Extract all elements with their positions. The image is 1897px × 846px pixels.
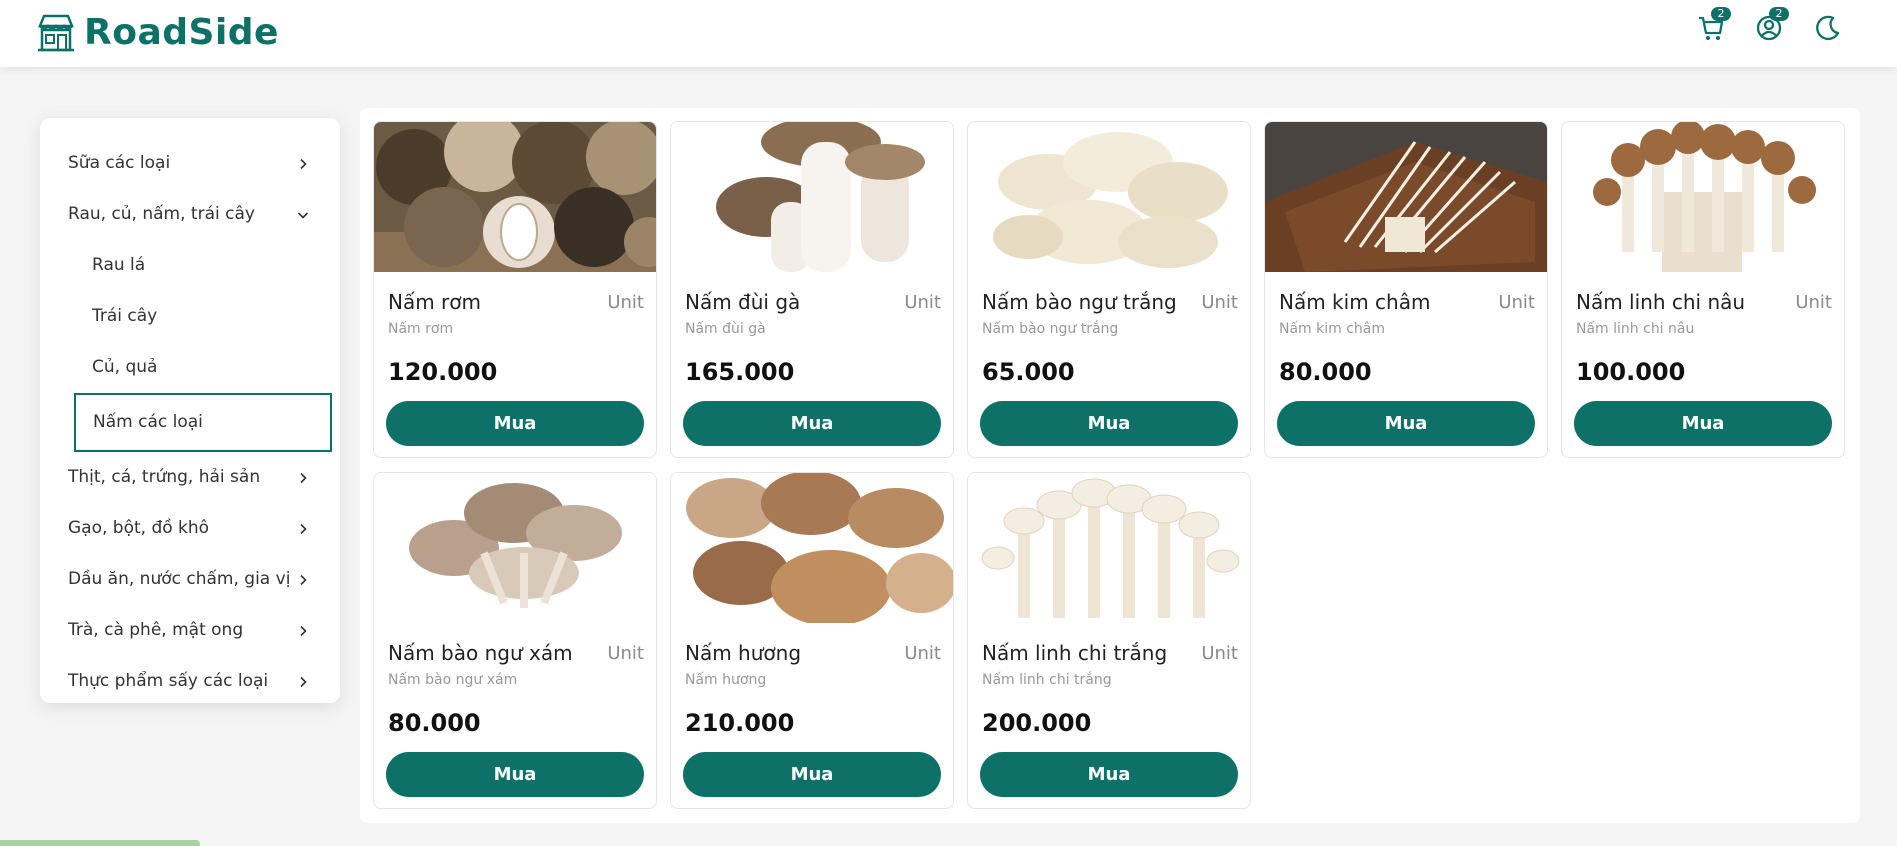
product-card[interactable]: Nấm linh chi trắng Unit Nấm linh chi trắ… [967, 472, 1251, 809]
category-label: Rau, củ, nấm, trái cây [68, 204, 255, 224]
product-price: 210.000 [685, 709, 795, 737]
product-subtitle: Nấm linh chi nâu [1576, 321, 1695, 337]
category-item-thuc-pham-say[interactable]: Thực phẩm sấy các loại [40, 656, 340, 707]
category-item-rau-cu-nam[interactable]: Rau, củ, nấm, trái cây [40, 189, 340, 240]
category-label: Thịt, cá, trứng, hải sản [68, 467, 261, 487]
product-name: Nấm bào ngư trắng [982, 290, 1177, 314]
category-sidebar: Sữa các loại Rau, củ, nấm, trái cây Rau … [40, 118, 340, 703]
buy-button[interactable]: Mua [980, 752, 1238, 797]
product-price: 120.000 [388, 358, 498, 386]
theme-toggle-button[interactable] [1813, 14, 1841, 44]
subcategory-item-rau-la[interactable]: Rau lá [40, 240, 340, 291]
product-unit: Unit [904, 292, 941, 313]
subcategory-item-cu-qua[interactable]: Củ, quả [40, 342, 340, 393]
product-subtitle: Nấm bào ngư xám [388, 672, 518, 688]
product-image[interactable] [1562, 122, 1844, 272]
subcategory-label: Trái cây [92, 306, 158, 326]
bottom-accent-bar [0, 840, 200, 846]
product-unit: Unit [607, 643, 644, 664]
product-subtitle: Nấm rơm [388, 321, 454, 337]
chevron-right-icon [296, 656, 310, 707]
buy-button[interactable]: Mua [386, 401, 644, 446]
product-name: Nấm linh chi nâu [1576, 290, 1746, 314]
subcategory-label: Củ, quả [92, 357, 158, 377]
subcategory-item-nam[interactable]: Nấm các loại [74, 393, 332, 452]
store-icon [38, 14, 74, 51]
product-image[interactable] [374, 122, 656, 272]
product-image[interactable] [374, 473, 656, 623]
product-card[interactable]: Nấm đùi gà Unit Nấm đùi gà 165.000 Mua [670, 121, 954, 458]
product-unit: Unit [904, 643, 941, 664]
category-label: Dầu ăn, nước chấm, gia vị [68, 569, 291, 589]
product-price: 200.000 [982, 709, 1092, 737]
chevron-right-icon [296, 452, 310, 503]
account-count-badge: 2 [1769, 7, 1789, 21]
product-card[interactable]: Nấm bào ngư trắng Unit Nấm bào ngư trắng… [967, 121, 1251, 458]
category-item-thit-ca[interactable]: Thịt, cá, trứng, hải sản [40, 452, 340, 503]
category-item-dau-an[interactable]: Dầu ăn, nước chấm, gia vị [40, 554, 340, 605]
category-label: Thực phẩm sấy các loại [68, 671, 269, 691]
product-card[interactable]: Nấm rơm Unit Nấm rơm 120.000 Mua [373, 121, 657, 458]
buy-button[interactable]: Mua [683, 401, 941, 446]
product-name: Nấm linh chi trắng [982, 641, 1168, 665]
product-card[interactable]: Nấm kim châm Unit Nấm kim châm 80.000 Mu… [1264, 121, 1548, 458]
buy-button[interactable]: Mua [980, 401, 1238, 446]
product-name: Nấm đùi gà [685, 290, 801, 314]
product-unit: Unit [1201, 292, 1238, 313]
product-image[interactable] [671, 473, 953, 623]
chevron-down-icon [296, 189, 310, 240]
product-card[interactable]: Nấm bào ngư xám Unit Nấm bào ngư xám 80.… [373, 472, 657, 809]
subcategory-item-trai-cay[interactable]: Trái cây [40, 291, 340, 342]
product-price: 100.000 [1576, 358, 1686, 386]
product-image[interactable] [968, 122, 1250, 272]
cart-count-badge: 2 [1711, 7, 1731, 21]
top-header: RoadSide 2 2 [0, 0, 1897, 67]
product-name: Nấm bào ngư xám [388, 641, 573, 665]
category-item-gao-bot[interactable]: Gạo, bột, đồ khô [40, 503, 340, 554]
category-item-tra-ca-phe[interactable]: Trà, cà phê, mật ong [40, 605, 340, 656]
product-price: 80.000 [388, 709, 481, 737]
brand-logo[interactable]: RoadSide [36, 12, 279, 53]
product-name: Nấm hương [685, 641, 802, 665]
product-unit: Unit [607, 292, 644, 313]
cart-button[interactable]: 2 [1697, 7, 1731, 44]
product-subtitle: Nấm hương [685, 672, 767, 688]
product-unit: Unit [1795, 292, 1832, 313]
product-card[interactable]: Nấm hương Unit Nấm hương 210.000 Mua [670, 472, 954, 809]
category-label: Trà, cà phê, mật ong [68, 620, 244, 640]
product-grid: Nấm rơm Unit Nấm rơm 120.000 Mua Nấm đùi… [360, 108, 1860, 823]
account-button[interactable]: 2 [1755, 7, 1789, 44]
product-subtitle: Nấm đùi gà [685, 321, 766, 337]
product-unit: Unit [1201, 643, 1238, 664]
buy-button[interactable]: Mua [1277, 401, 1535, 446]
product-price: 80.000 [1279, 358, 1372, 386]
product-subtitle: Nấm bào ngư trắng [982, 321, 1119, 337]
chevron-right-icon [296, 503, 310, 554]
product-subtitle: Nấm linh chi trắng [982, 672, 1112, 688]
moon-icon [1816, 15, 1840, 41]
category-label: Gạo, bột, đồ khô [68, 518, 210, 538]
product-price: 165.000 [685, 358, 795, 386]
product-image[interactable] [968, 473, 1250, 623]
category-item-sua[interactable]: Sữa các loại [40, 138, 340, 189]
product-card[interactable]: Nấm linh chi nâu Unit Nấm linh chi nâu 1… [1561, 121, 1845, 458]
subcategory-label: Rau lá [92, 255, 146, 275]
product-image[interactable] [671, 122, 953, 272]
buy-button[interactable]: Mua [1574, 401, 1832, 446]
chevron-right-icon [296, 605, 310, 656]
product-price: 65.000 [982, 358, 1075, 386]
product-unit: Unit [1498, 292, 1535, 313]
chevron-right-icon [296, 138, 310, 189]
buy-button[interactable]: Mua [386, 752, 644, 797]
category-label: Sữa các loại [68, 153, 171, 173]
product-image[interactable] [1265, 122, 1547, 272]
buy-button[interactable]: Mua [683, 752, 941, 797]
product-name: Nấm rơm [388, 290, 481, 314]
brand-name: RoadSide [84, 12, 279, 53]
subcategory-label: Nấm các loại [93, 412, 203, 432]
chevron-right-icon [296, 554, 310, 605]
product-name: Nấm kim châm [1279, 290, 1431, 314]
product-subtitle: Nấm kim châm [1279, 321, 1386, 337]
